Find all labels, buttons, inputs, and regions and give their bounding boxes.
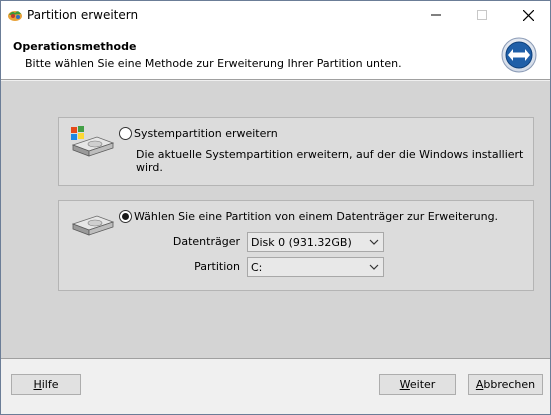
chevron-down-icon (369, 239, 379, 245)
option-select-partition: Wählen Sie eine Partition von einem Date… (58, 200, 534, 291)
partition-select-value: C: (251, 261, 263, 274)
header-title: Operationsmethode (13, 40, 137, 53)
chevron-down-icon (369, 264, 379, 270)
wizard-header: Operationsmethode Bitte wählen Sie eine … (1, 29, 550, 80)
partition-dialog: Partition erweitern Operationsmethode Bi… (0, 0, 551, 415)
partition-select[interactable]: C: (247, 257, 384, 277)
title-bar: Partition erweitern (1, 1, 550, 29)
system-partition-description: Die aktuelle Systempartition erweitern, … (136, 148, 524, 174)
select-partition-radio[interactable] (119, 210, 132, 223)
system-partition-radio[interactable] (119, 127, 132, 140)
disk-select[interactable]: Disk 0 (931.32GB) (247, 232, 384, 252)
help-button[interactable]: Hilfe (11, 374, 81, 395)
help-button-label: ilfe (41, 378, 59, 391)
system-partition-label[interactable]: Systempartition erweitern (134, 127, 278, 140)
header-subtitle: Bitte wählen Sie eine Methode zur Erweit… (25, 57, 402, 70)
maximize-icon (477, 10, 487, 20)
cancel-button-label: bbrechen (483, 378, 536, 391)
options-area: Systempartition erweitern Die aktuelle S… (1, 81, 550, 359)
disk-select-value: Disk 0 (931.32GB) (251, 236, 352, 249)
select-partition-label[interactable]: Wählen Sie eine Partition von einem Date… (134, 210, 498, 223)
hard-drive-icon (71, 215, 115, 236)
extend-partition-icon (501, 37, 537, 73)
close-button[interactable] (505, 1, 551, 29)
disk-label: Datenträger (172, 235, 240, 248)
window-title: Partition erweitern (27, 8, 139, 22)
partition-label: Partition (194, 260, 240, 273)
app-logo-icon (8, 11, 22, 21)
option-system-partition: Systempartition erweitern Die aktuelle S… (58, 117, 534, 186)
close-icon (522, 9, 534, 21)
cancel-button[interactable]: Abbrechen (468, 374, 543, 395)
help-button-mnemonic: H (33, 378, 42, 391)
windows-drive-icon (71, 126, 115, 157)
maximize-button[interactable] (459, 1, 505, 29)
minimize-icon (431, 14, 441, 16)
minimize-button[interactable] (413, 1, 459, 29)
next-button-label: eiter (409, 378, 436, 391)
next-button-mnemonic: W (399, 378, 410, 391)
next-button[interactable]: Weiter (379, 374, 456, 395)
